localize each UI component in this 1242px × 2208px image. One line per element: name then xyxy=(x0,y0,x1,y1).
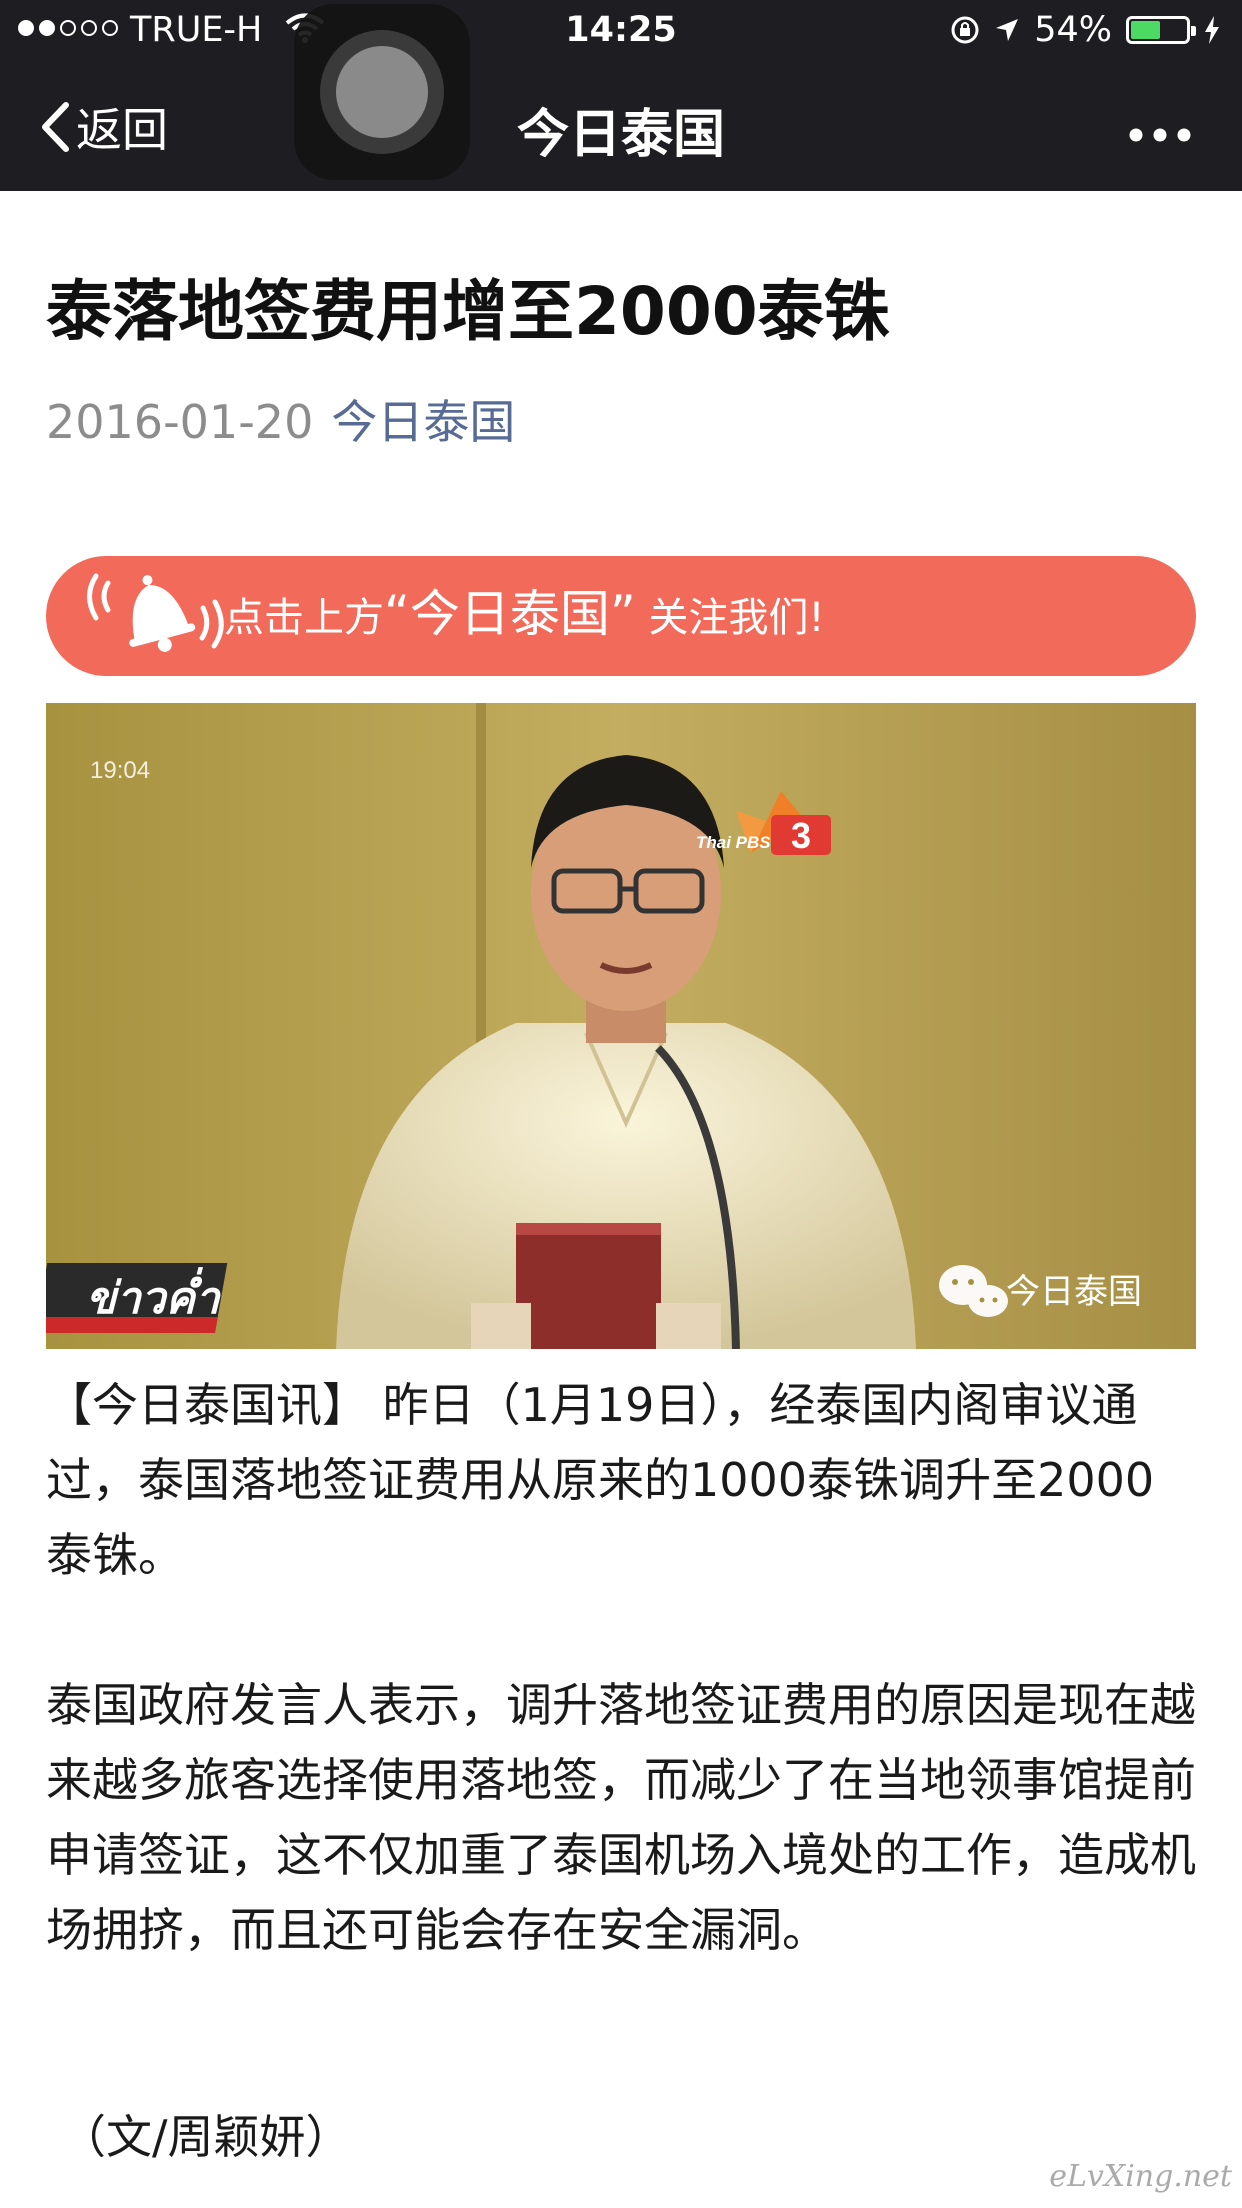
more-dots-icon xyxy=(1129,128,1191,142)
battery-fill xyxy=(1131,21,1161,39)
article-image[interactable]: 3 Thai PBS 19:04 ข่าวค่ำ 今日泰国 xyxy=(46,703,1196,1349)
article-paragraph: 泰国政府发言人表示，调升落地签证费用的原因是现在越来越多旅客选择使用落地签，而减… xyxy=(46,1678,1196,1957)
nav-title: 今日泰国 xyxy=(516,105,725,165)
article-paragraph: 【今日泰国讯】 昨日（1月19日），经泰国内阁审议通过，泰国落地签证费用从原来的… xyxy=(46,1378,1155,1582)
more-button[interactable] xyxy=(1128,100,1192,154)
time-overlay: 19:04 xyxy=(90,757,150,784)
follow-banner[interactable]: 点击上方“今日泰国” 关注我们! xyxy=(46,556,1196,676)
status-bar: TRUE-H 14:25 54% xyxy=(0,0,1242,64)
article-title: 泰落地签费用增至2000泰铢 xyxy=(46,273,890,350)
bell-icon xyxy=(87,573,224,652)
rotation-lock-icon xyxy=(951,16,979,44)
publish-date: 2016-01-20 xyxy=(46,395,314,449)
photo-watermark: 今日泰国 xyxy=(1006,1272,1142,1312)
charging-bolt-icon xyxy=(1205,16,1219,44)
follow-prefix: 点击上方 xyxy=(224,595,384,641)
follow-highlight: “今日泰国” xyxy=(384,585,636,643)
assistive-touch-center xyxy=(336,46,428,138)
battery-percent: 54% xyxy=(1034,10,1112,50)
article-byline: （文/周颖妍） xyxy=(60,2110,352,2164)
location-arrow-icon xyxy=(996,19,1019,41)
status-right: 54% xyxy=(950,10,1220,50)
account-link[interactable]: 今日泰国 xyxy=(331,395,515,449)
top-bar: TRUE-H 14:25 54% 返回 今日泰国 xyxy=(0,0,1242,191)
battery-icon xyxy=(1126,16,1196,44)
navigation-bar: 返回 今日泰国 xyxy=(0,64,1242,191)
article-meta: 2016-01-20 今日泰国 xyxy=(46,386,515,452)
channel-number: 3 xyxy=(791,815,811,856)
follow-banner-text: 点击上方“今日泰国” 关注我们! xyxy=(224,574,825,646)
news-photo: 3 Thai PBS 19:04 ข่าวค่ำ 今日泰国 xyxy=(46,703,1196,1349)
follow-suffix: 关注我们! xyxy=(635,595,825,641)
channel-logo: Thai PBS xyxy=(696,833,771,852)
assistive-touch-button[interactable] xyxy=(294,4,470,180)
page-watermark: eLvXing.net xyxy=(1049,2159,1232,2194)
program-title: ข่าวค่ำ xyxy=(86,1267,222,1324)
